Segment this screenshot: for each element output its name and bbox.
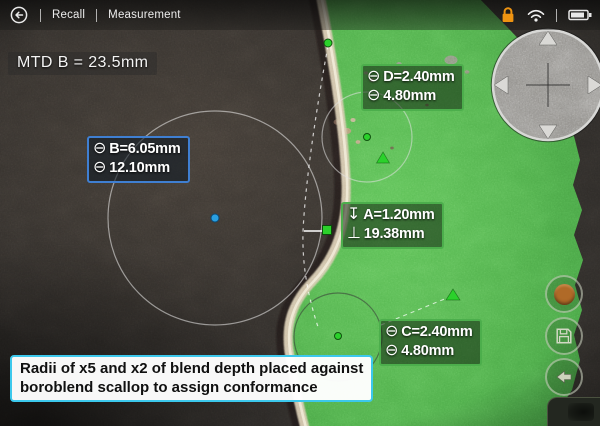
measurement-a-value: A=1.20mm bbox=[363, 206, 434, 225]
circle-measure-icon: ⊖ bbox=[367, 88, 380, 104]
measurement-d-value: D=2.40mm bbox=[383, 68, 454, 87]
circle-measure-icon: ⊖ bbox=[93, 141, 106, 157]
perpendicular-icon: ⊥ bbox=[347, 226, 361, 242]
videoscope-measurement-screen: Recall Measurement MTD B = 23.5mm bbox=[0, 0, 600, 426]
circle-measure-icon: ⊖ bbox=[93, 160, 106, 176]
annotation-note-line1: Radii of x5 and x2 of blend depth placed… bbox=[20, 359, 363, 378]
divider bbox=[40, 9, 41, 22]
corner-menu-tab[interactable] bbox=[547, 397, 600, 426]
annotation-note-line2: boroblend scallop to assign conformance bbox=[20, 378, 363, 397]
measurement-box-b[interactable]: ⊖ B=6.05mm ⊖ 12.10mm bbox=[87, 136, 190, 183]
measurement-d-diameter: 4.80mm bbox=[383, 87, 436, 106]
record-button[interactable] bbox=[545, 275, 583, 313]
measurement-c-diameter: 4.80mm bbox=[401, 342, 454, 361]
floppy-disk-icon bbox=[554, 326, 574, 346]
measurement-box-a[interactable]: ↧ A=1.20mm ⊥ 19.38mm bbox=[341, 202, 444, 249]
cursor-b-center[interactable] bbox=[211, 214, 219, 222]
circle-measure-icon: ⊖ bbox=[385, 343, 398, 359]
cursor-c-center[interactable] bbox=[335, 333, 342, 340]
measurement-a-secondary: 19.38mm bbox=[364, 225, 425, 244]
wifi-icon bbox=[527, 9, 545, 22]
top-bar: Recall Measurement bbox=[0, 0, 600, 30]
save-button[interactable] bbox=[545, 317, 583, 355]
zoom-patch-window[interactable] bbox=[488, 25, 600, 147]
handle-c-triangle[interactable] bbox=[446, 289, 460, 300]
measurement-menu-item[interactable]: Measurement bbox=[108, 9, 181, 21]
recall-menu-item[interactable]: Recall bbox=[52, 9, 85, 21]
back-button[interactable] bbox=[9, 5, 29, 25]
cursor-a-reference[interactable] bbox=[324, 39, 332, 47]
circle-measure-icon: ⊖ bbox=[367, 69, 380, 85]
back-navigation-button[interactable] bbox=[545, 358, 583, 396]
depth-icon: ↧ bbox=[347, 207, 360, 223]
cursor-d-center[interactable] bbox=[364, 134, 371, 141]
measurement-box-d[interactable]: ⊖ D=2.40mm ⊖ 4.80mm bbox=[361, 64, 464, 111]
measurement-c-value: C=2.40mm bbox=[401, 323, 472, 342]
handle-d-triangle[interactable] bbox=[377, 152, 390, 163]
circle-measure-icon: ⊖ bbox=[385, 324, 398, 340]
measurement-b-value: B=6.05mm bbox=[109, 140, 180, 159]
cursor-a-depth-point[interactable] bbox=[323, 226, 332, 235]
divider bbox=[96, 9, 97, 22]
depth-reference-line bbox=[303, 46, 328, 330]
left-arrow-icon bbox=[554, 367, 574, 387]
lock-icon bbox=[500, 6, 516, 24]
battery-icon bbox=[568, 8, 592, 22]
measurement-b-diameter: 12.10mm bbox=[109, 159, 170, 178]
divider bbox=[556, 9, 557, 22]
measurement-box-c[interactable]: ⊖ C=2.40mm ⊖ 4.80mm bbox=[379, 319, 482, 366]
record-dot-icon bbox=[554, 284, 575, 305]
annotation-note[interactable]: Radii of x5 and x2 of blend depth placed… bbox=[10, 355, 373, 402]
mtd-label: MTD B = 23.5mm bbox=[8, 52, 157, 75]
